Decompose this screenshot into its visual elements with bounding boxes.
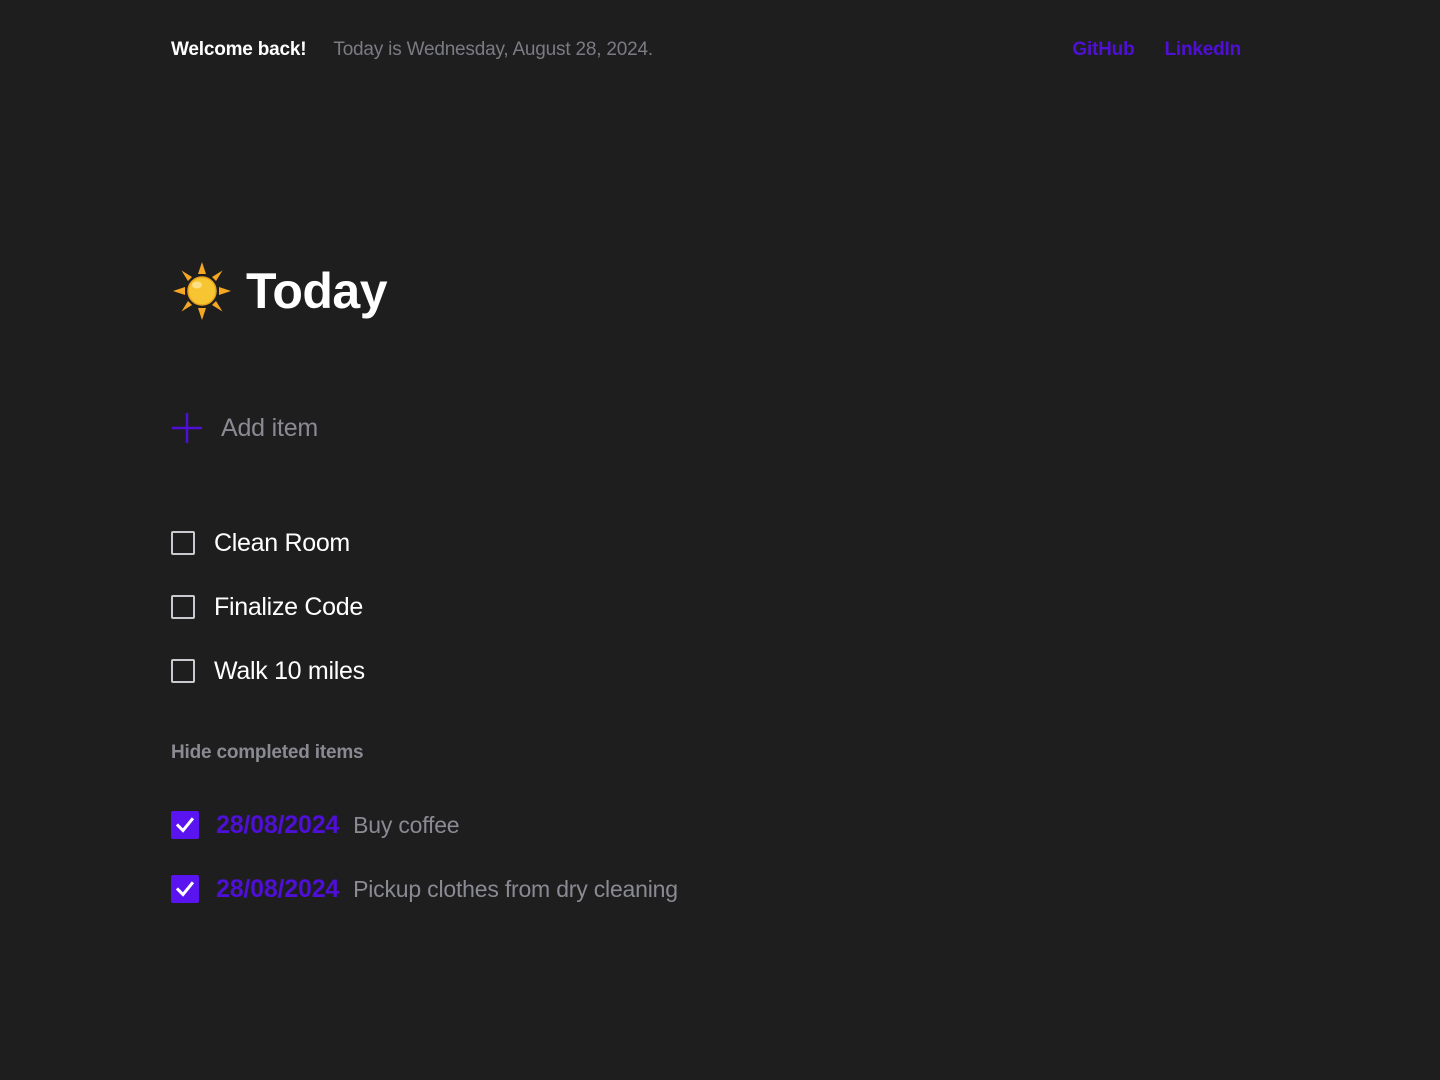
add-item-label: Add item (221, 413, 319, 442)
github-link[interactable]: GitHub (1072, 39, 1134, 61)
completed-date: 28/08/2024 (216, 810, 340, 839)
todo-label: Finalize Code (214, 592, 363, 621)
welcome-text: Welcome back! (171, 39, 307, 60)
completed-item: 28/08/2024 Buy coffee (171, 807, 678, 843)
sun-icon (171, 260, 233, 322)
completed-label: Pickup clothes from dry cleaning (353, 875, 678, 902)
completed-list: 28/08/2024 Buy coffee 28/08/2024 Pickup … (171, 807, 678, 935)
todo-checkbox[interactable] (171, 595, 195, 619)
completed-checkbox[interactable] (171, 811, 199, 839)
checkmark-icon (175, 817, 195, 833)
todo-item: Finalize Code (171, 589, 365, 625)
add-item-button[interactable]: Add item (170, 408, 318, 448)
page-title: Today (246, 263, 388, 319)
completed-item: 28/08/2024 Pickup clothes from dry clean… (171, 871, 678, 907)
todo-list: Clean Room Finalize Code Walk 10 miles (171, 525, 365, 717)
top-bar: Welcome back! Today is Wednesday, August… (171, 36, 1241, 64)
todo-checkbox[interactable] (171, 531, 195, 555)
todo-checkbox[interactable] (171, 659, 195, 683)
page-heading: Today (171, 256, 388, 326)
completed-label: Buy coffee (353, 811, 460, 838)
completed-date: 28/08/2024 (216, 874, 340, 903)
todo-label: Clean Room (214, 528, 350, 557)
todo-item: Clean Room (171, 525, 365, 561)
todo-label: Walk 10 miles (214, 656, 365, 685)
completed-checkbox[interactable] (171, 875, 199, 903)
plus-icon (170, 411, 204, 445)
linkedin-link[interactable]: LinkedIn (1164, 39, 1241, 61)
checkmark-icon (175, 881, 195, 897)
hide-completed-toggle[interactable]: Hide completed items (171, 742, 364, 764)
date-text: Today is Wednesday, August 28, 2024. (333, 39, 653, 60)
todo-item: Walk 10 miles (171, 653, 365, 689)
social-links: GitHub LinkedIn (1072, 39, 1241, 61)
